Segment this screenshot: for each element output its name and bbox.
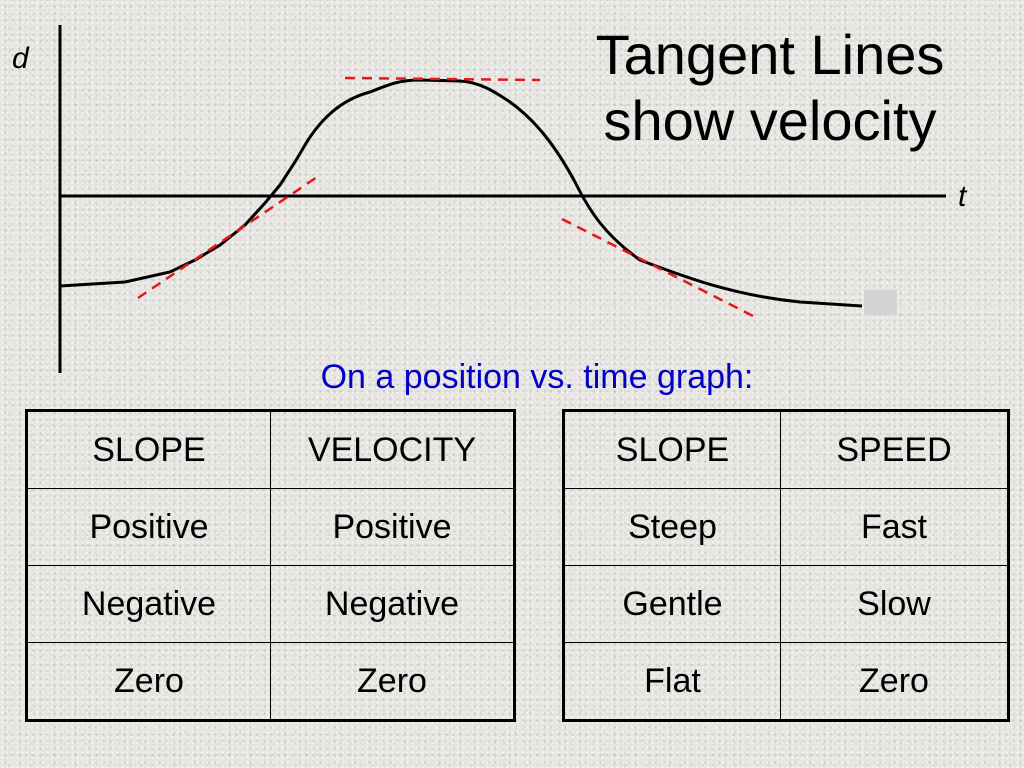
title-line-1: Tangent Lines (595, 23, 945, 86)
table-cell: Negative (26, 565, 271, 643)
table-header-row: SLOPE VELOCITY (26, 410, 515, 489)
table-cell: Zero (26, 642, 271, 721)
table-cell: Positive (270, 488, 515, 566)
table-cell: Fast (780, 488, 1009, 566)
y-axis-label: d (12, 42, 30, 75)
table-row: Flat Zero (563, 642, 1009, 721)
title-line-2: show velocity (603, 89, 937, 152)
slide-title: Tangent Lines show velocity (560, 22, 980, 154)
header-cell: SLOPE (26, 410, 271, 489)
slope-speed-table: SLOPE SPEED Steep Fast Gentle Slow Flat … (562, 409, 1010, 722)
table-cell: Gentle (563, 565, 781, 643)
table-cell: Positive (26, 488, 271, 566)
tangent-negative-slope (561, 217, 758, 320)
table-cell: Slow (780, 565, 1009, 643)
table-cell: Zero (270, 642, 515, 721)
subtitle: On a position vs. time graph: (320, 358, 754, 396)
tangent-positive-slope (137, 173, 321, 300)
table-cell: Zero (780, 642, 1009, 721)
table-row: Zero Zero (26, 642, 515, 721)
table-cell: Negative (270, 565, 515, 643)
x-axis-label: t (958, 180, 968, 213)
curve-end-marker (864, 290, 897, 315)
header-cell: VELOCITY (270, 410, 515, 489)
table-cell: Steep (563, 488, 781, 566)
table-row: Positive Positive (26, 488, 515, 566)
header-cell: SLOPE (563, 410, 781, 489)
slope-velocity-table: SLOPE VELOCITY Positive Positive Negativ… (25, 409, 516, 722)
table-row: Negative Negative (26, 565, 515, 643)
table-header-row: SLOPE SPEED (563, 410, 1009, 489)
table-cell: Flat (563, 642, 781, 721)
header-cell: SPEED (780, 410, 1009, 489)
table-row: Steep Fast (563, 488, 1009, 566)
table-row: Gentle Slow (563, 565, 1009, 643)
